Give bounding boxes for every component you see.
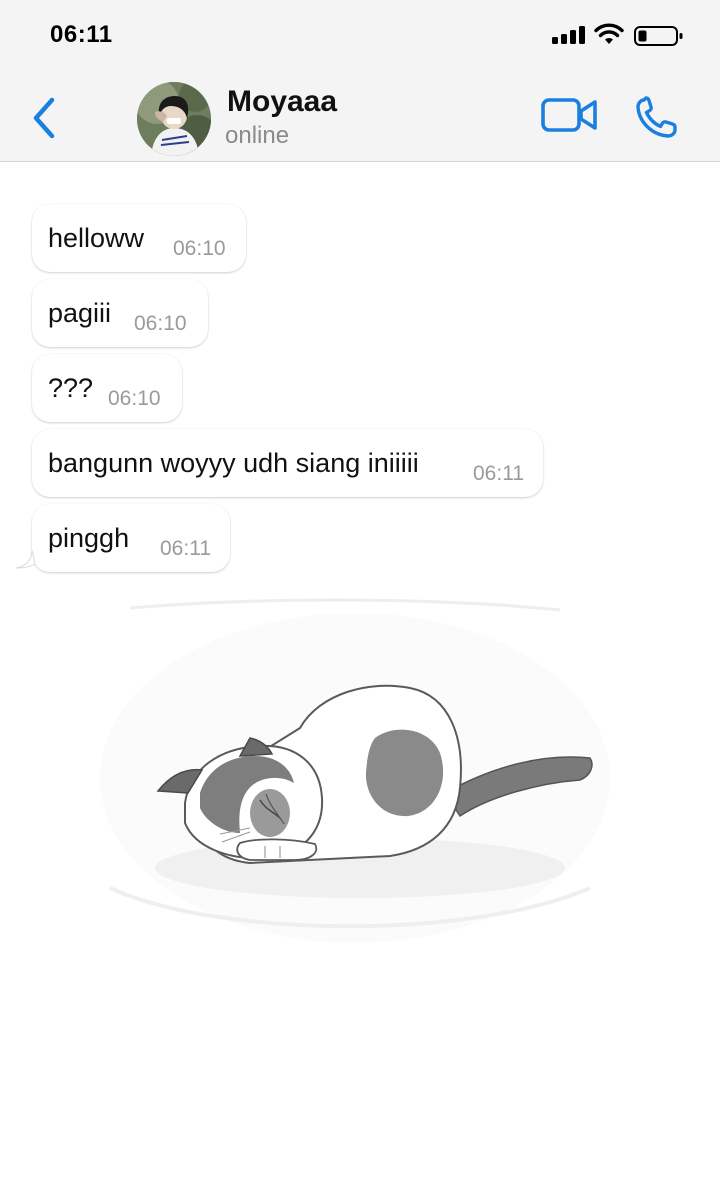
status-time: 06:11 — [50, 21, 113, 48]
message-time: 06:10 — [108, 387, 161, 410]
message-time: 06:11 — [473, 462, 524, 485]
message-list[interactable]: helloww 06:10 pagiii 06:10 ??? 06:10 ban… — [0, 163, 720, 1193]
bubble-tail — [15, 549, 36, 569]
chat-header: Moyaaa online — [0, 72, 720, 162]
contact-status: online — [225, 122, 290, 149]
avatar[interactable] — [137, 82, 211, 156]
message-time: 06:11 — [160, 537, 211, 560]
cat-sticker-image[interactable] — [90, 588, 630, 958]
status-bar: 06:11 — [0, 0, 720, 72]
video-call-icon[interactable] — [540, 96, 600, 136]
message-time: 06:10 — [134, 312, 187, 335]
message-bubble[interactable]: bangunn woyyy udh siang iniiiii 06:11 — [32, 429, 543, 497]
message-bubble[interactable]: ??? 06:10 — [32, 354, 182, 422]
message-bubble[interactable]: pagiii 06:10 — [32, 279, 208, 347]
wifi-icon — [594, 23, 624, 44]
message-text: pinggh — [48, 523, 130, 553]
phone-icon[interactable] — [634, 96, 682, 140]
message-text: pagiii — [48, 298, 112, 328]
message-bubble[interactable]: pinggh 06:11 — [32, 504, 230, 572]
message-time: 06:10 — [173, 237, 226, 260]
message-text: helloww — [48, 223, 145, 253]
battery-icon — [634, 26, 683, 46]
message-bubble[interactable]: helloww 06:10 — [32, 204, 246, 272]
message-text: ??? — [48, 373, 94, 403]
signal-icon — [552, 26, 586, 44]
back-chevron-icon[interactable] — [28, 96, 62, 140]
message-text: bangunn woyyy udh siang iniiiii — [48, 448, 419, 478]
contact-name[interactable]: Moyaaa — [227, 85, 337, 119]
